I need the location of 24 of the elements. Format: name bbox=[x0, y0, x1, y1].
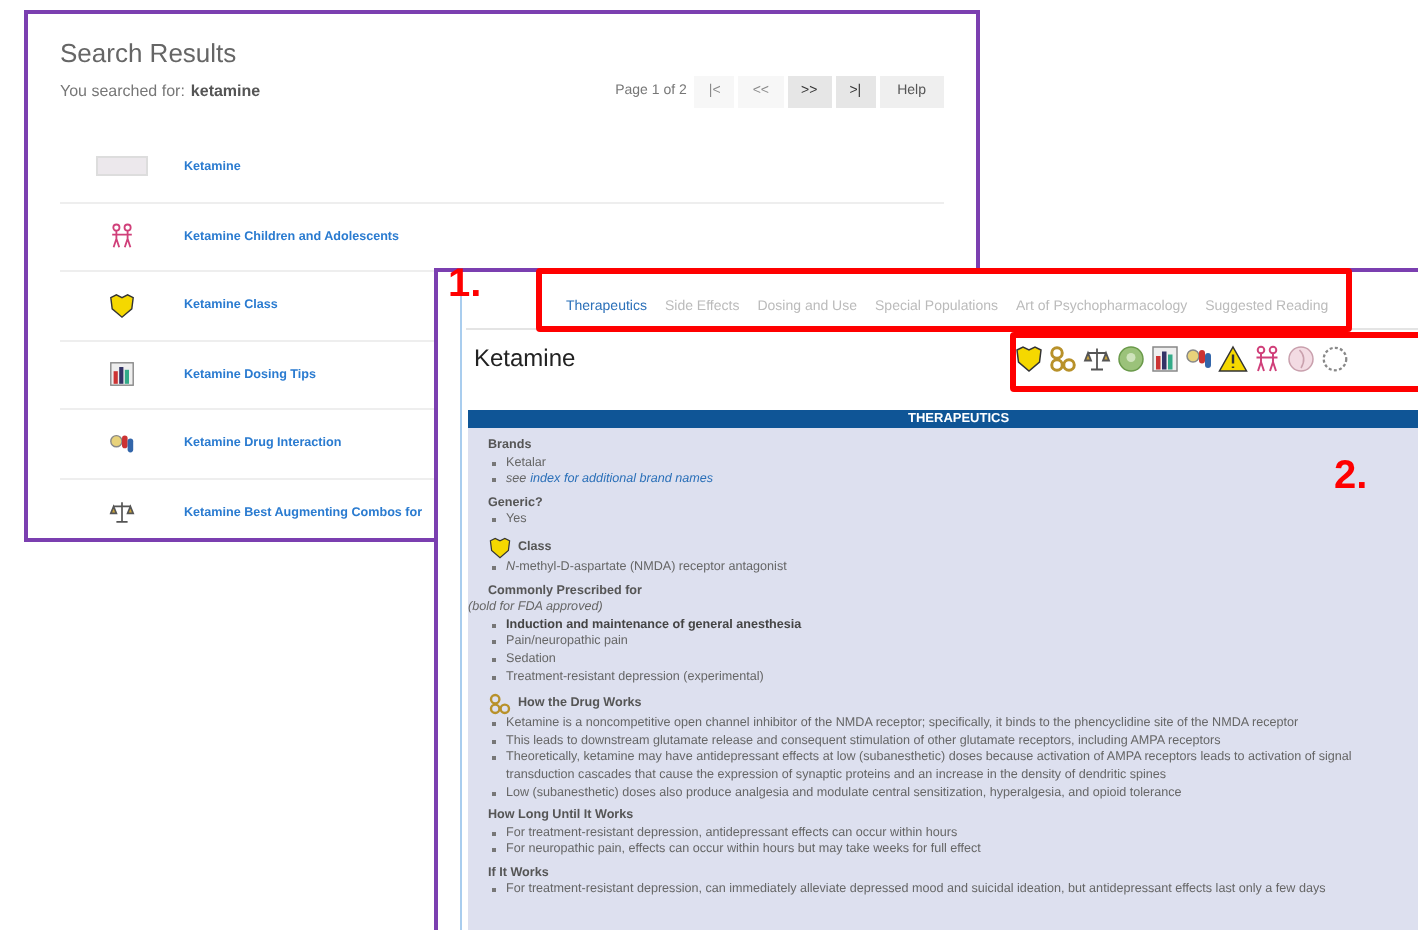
page-title: Search Results bbox=[60, 38, 239, 70]
circle-icon bbox=[1116, 343, 1146, 373]
search-query: ketamine bbox=[190, 80, 261, 104]
search-label: You searched for: bbox=[60, 80, 185, 104]
children-icon bbox=[108, 222, 136, 251]
shield-icon bbox=[108, 291, 136, 320]
bar-chart-icon bbox=[1150, 343, 1180, 373]
children-icon bbox=[1252, 343, 1282, 373]
pills-icon bbox=[1184, 343, 1214, 373]
drug-title: Ketamine bbox=[474, 342, 578, 376]
image-placeholder bbox=[96, 156, 148, 177]
scale-icon bbox=[108, 498, 136, 527]
pills-icon bbox=[108, 429, 136, 458]
pregnancy-icon bbox=[1286, 343, 1316, 373]
warning-icon bbox=[1218, 343, 1248, 373]
scale-icon bbox=[1082, 343, 1112, 373]
gears-icon bbox=[488, 692, 512, 717]
dotted-circle-icon bbox=[1320, 343, 1350, 373]
annotation-label: 2. bbox=[1334, 452, 1368, 500]
shield-icon bbox=[488, 535, 512, 560]
shield-icon bbox=[1014, 343, 1044, 373]
annotation-label: 1. bbox=[448, 260, 482, 308]
bar-chart-icon bbox=[108, 360, 136, 389]
gears-icon bbox=[1048, 343, 1078, 373]
